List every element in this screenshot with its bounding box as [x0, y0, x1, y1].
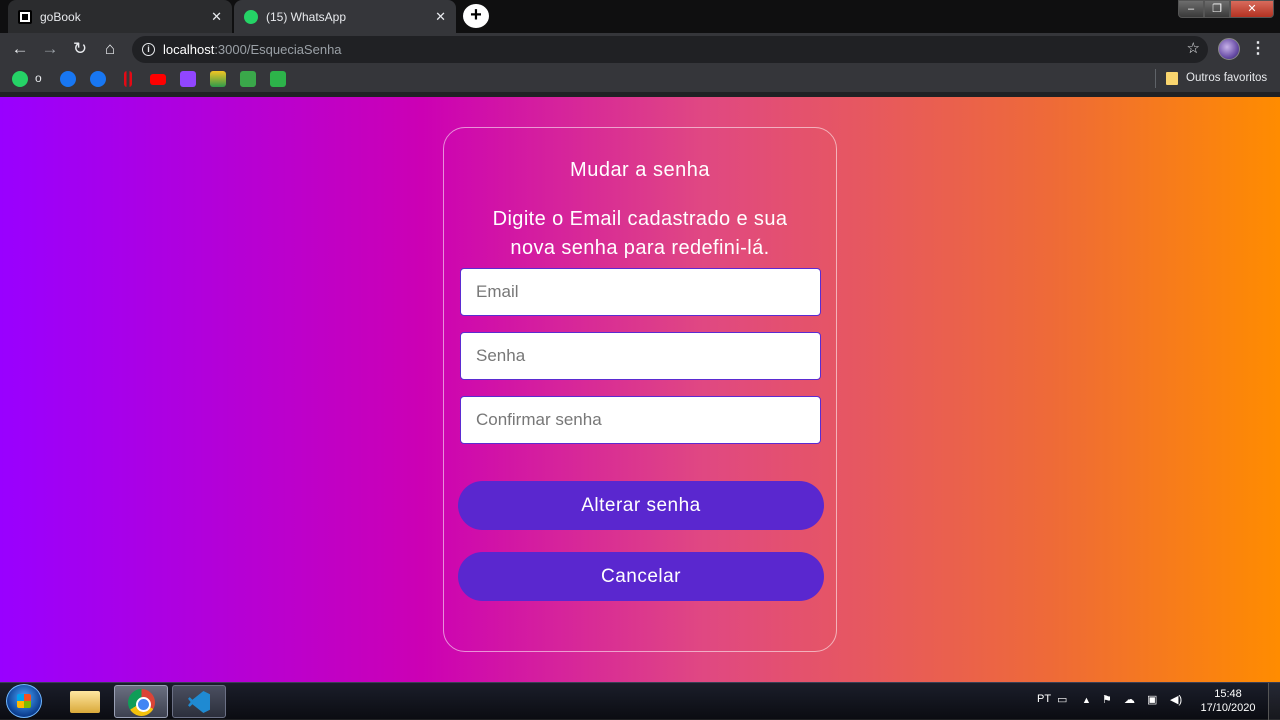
bookmark-star-icon[interactable]: ☆: [1187, 39, 1200, 57]
keyboard-icon[interactable]: ▭: [1057, 693, 1067, 706]
close-tab-icon[interactable]: ✕: [211, 9, 222, 25]
profile-avatar[interactable]: [1218, 38, 1240, 60]
cancel-button[interactable]: Cancelar: [458, 552, 824, 601]
url-path: :3000/EsqueciaSenha: [214, 42, 342, 57]
chrome-taskbar-icon[interactable]: [114, 685, 168, 718]
tab-title: goBook: [40, 9, 81, 24]
close-window-icon[interactable]: ✕: [1230, 0, 1274, 18]
window-controls: – ❐ ✕: [1178, 0, 1274, 18]
volume-icon[interactable]: ◀): [1170, 693, 1182, 706]
vscode-taskbar-icon[interactable]: [172, 685, 226, 718]
file-explorer-taskbar-icon[interactable]: [58, 685, 112, 718]
youtube-bookmark-icon[interactable]: [150, 74, 166, 85]
tab-whatsapp[interactable]: (15) WhatsApp ✕: [234, 0, 456, 33]
form-description: Digite o Email cadastrado e sua nova sen…: [492, 208, 788, 259]
bookmarks-bar: o Outros favoritos: [0, 65, 1280, 93]
page-background: Mudar a senha Digite o Email cadastrado …: [0, 97, 1280, 682]
onedrive-cloud-icon[interactable]: ☁: [1124, 693, 1135, 706]
stack-bookmark-icon[interactable]: [270, 71, 286, 87]
language-indicator[interactable]: PT: [1037, 693, 1051, 705]
show-desktop-button[interactable]: [1268, 683, 1280, 720]
restore-icon[interactable]: ❐: [1204, 0, 1230, 18]
confirm-password-field[interactable]: [460, 396, 821, 444]
change-password-card: Mudar a senha Digite o Email cadastrado …: [443, 127, 837, 652]
system-clock[interactable]: 15:48 17/10/2020: [1196, 687, 1260, 715]
other-bookmarks[interactable]: Outros favoritos: [1186, 72, 1267, 84]
folder-icon: [1166, 72, 1178, 85]
reload-icon[interactable]: ↻: [69, 38, 91, 60]
browser-toolbar: ← → ↻ ⌂ i localhost:3000/EsqueciaSenha ☆…: [0, 33, 1280, 65]
show-hidden-icons-icon[interactable]: ▲: [1082, 695, 1091, 705]
email-field[interactable]: [460, 268, 821, 316]
close-tab-icon[interactable]: ✕: [435, 9, 446, 25]
whatsapp-bookmark-label[interactable]: o: [35, 71, 42, 85]
clock-date: 17/10/2020: [1200, 702, 1256, 714]
password-field[interactable]: [460, 332, 821, 380]
tab-gobook[interactable]: goBook ✕: [8, 0, 232, 33]
page-title: Mudar a senha: [570, 159, 710, 181]
os-taskbar: PT ▭ ▲ ⚑ ☁ ▣ ◀) 15:48 17/10/2020: [0, 682, 1280, 720]
site-info-icon[interactable]: i: [142, 43, 155, 56]
address-bar[interactable]: i localhost:3000/EsqueciaSenha: [132, 36, 1208, 63]
facebook-bookmark-icon[interactable]: [90, 71, 106, 87]
bookmarks-separator: [1155, 69, 1156, 88]
tab-strip: goBook ✕ (15) WhatsApp ✕ + – ❐ ✕: [0, 0, 1280, 33]
url-host: localhost: [163, 42, 215, 57]
change-password-button[interactable]: Alterar senha: [458, 481, 824, 530]
network-icon[interactable]: ▣: [1147, 693, 1157, 706]
gobook-favicon-icon: [18, 9, 32, 24]
netflix-bookmark-icon[interactable]: [124, 71, 132, 87]
minimize-icon[interactable]: –: [1178, 0, 1204, 18]
whatsapp-favicon-icon: [244, 9, 258, 24]
facebook-bookmark-icon[interactable]: [60, 71, 76, 87]
new-tab-button[interactable]: +: [463, 4, 489, 28]
back-arrow-icon[interactable]: ←: [9, 38, 31, 60]
sheets-bookmark-icon[interactable]: [240, 71, 256, 87]
clock-time: 15:48: [1214, 688, 1242, 700]
whatsapp-bookmark-icon[interactable]: [12, 71, 28, 87]
action-center-flag-icon[interactable]: ⚑: [1102, 693, 1112, 706]
forward-arrow-icon[interactable]: →: [39, 38, 61, 60]
start-button[interactable]: [6, 684, 42, 718]
menu-kebab-icon[interactable]: ⋮: [1250, 38, 1266, 58]
image-bookmark-icon[interactable]: [210, 71, 226, 87]
tab-title: (15) WhatsApp: [266, 9, 347, 24]
home-icon[interactable]: ⌂: [99, 38, 121, 60]
twitch-bookmark-icon[interactable]: [180, 71, 196, 87]
